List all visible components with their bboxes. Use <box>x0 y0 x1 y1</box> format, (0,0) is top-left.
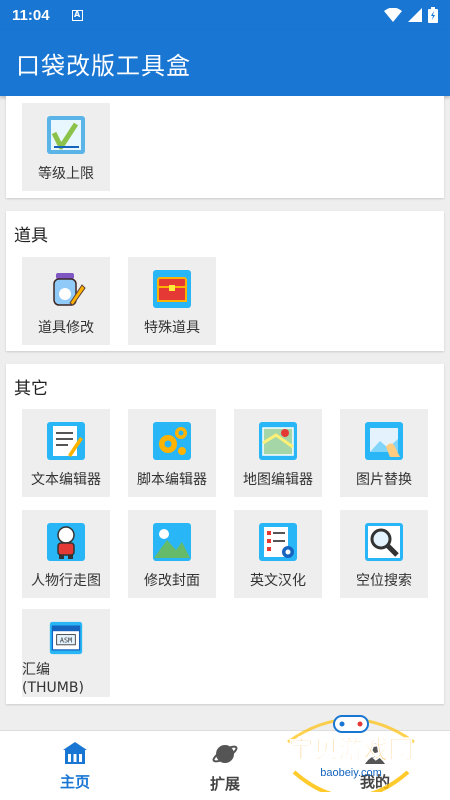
tile-label: 等级上限 <box>38 166 94 182</box>
status-time: 11:04 <box>12 6 50 24</box>
app-title: 口袋改版工具盒 <box>16 51 191 80</box>
tile-text-editor[interactable]: 文本编辑器 <box>22 409 110 497</box>
section-title-other: 其它 <box>14 379 48 399</box>
wifi-icon <box>384 8 402 22</box>
tile-level-cap[interactable]: 等级上限 <box>22 103 110 191</box>
level-chart-icon <box>47 116 85 154</box>
watermark-logo: 宝贝游戏网 baobeiy.com <box>287 715 415 792</box>
tile-label: 地图编辑器 <box>243 472 313 488</box>
tile-label: 修改封面 <box>144 573 200 589</box>
tile-map-editor[interactable]: 地图编辑器 <box>234 409 322 497</box>
tile-image-replace[interactable]: 图片替换 <box>340 409 428 497</box>
potion-edit-icon <box>53 273 86 306</box>
battery-icon <box>428 7 438 23</box>
nav-home[interactable]: 主页 <box>0 731 150 800</box>
tile-asm-thumb[interactable]: ASM 汇编 (THUMB) <box>22 609 110 697</box>
section-items-card: 道具 道具修改 特殊道具 <box>6 211 444 351</box>
tile-special-item[interactable]: 特殊道具 <box>128 257 216 345</box>
list-settings-icon <box>259 523 297 561</box>
asm-window-icon: ASM <box>49 621 83 655</box>
treasure-chest-icon <box>153 270 191 308</box>
tile-label: 空位搜索 <box>356 573 412 589</box>
tile-label: 人物行走图 <box>31 573 101 589</box>
section-title-items: 道具 <box>14 226 48 246</box>
tile-label: 道具修改 <box>38 320 94 336</box>
home-icon <box>63 742 87 764</box>
tile-label: 脚本编辑器 <box>137 472 207 488</box>
signal-icon <box>408 8 422 22</box>
notification-a-icon: A <box>71 9 83 21</box>
character-sprite-icon <box>47 523 85 561</box>
watermark-url: baobeiy.com <box>320 767 382 779</box>
watermark-text: 宝贝游戏网 <box>288 735 413 764</box>
nav-label: 主页 <box>59 773 90 791</box>
gears-icon <box>153 422 191 460</box>
map-icon <box>259 422 297 460</box>
tile-label: 英文汉化 <box>250 573 306 589</box>
tile-edit-cover[interactable]: 修改封面 <box>128 510 216 598</box>
status-bar: 11:04 A <box>0 0 450 30</box>
section-level-card: 等级上限 <box>6 96 444 198</box>
app-bar: 口袋改版工具盒 <box>0 30 450 96</box>
text-editor-icon <box>47 422 85 460</box>
planet-icon <box>212 745 238 763</box>
tile-character-walk[interactable]: 人物行走图 <box>22 510 110 598</box>
tile-label: 汇编 (THUMB) <box>22 662 84 696</box>
mountain-cover-icon <box>153 523 191 561</box>
svg-text:ASM: ASM <box>60 637 72 645</box>
tile-label: 图片替换 <box>356 472 412 488</box>
tile-item-edit[interactable]: 道具修改 <box>22 257 110 345</box>
tile-label: 特殊道具 <box>144 320 200 336</box>
magnifier-icon <box>365 523 403 561</box>
nav-label: 扩展 <box>209 775 240 793</box>
section-other-card: 其它 文本编辑器 脚本编辑器 地图编辑器 图片替换 人物行走图 修改封面 英文汉… <box>6 364 444 704</box>
main-content[interactable]: 等级上限 道具 道具修改 特殊道具 其它 文本编辑器 脚本编辑器 地图编辑器 图… <box>0 96 450 730</box>
image-icon <box>365 422 403 460</box>
tile-empty-search[interactable]: 空位搜索 <box>340 510 428 598</box>
tile-english-chinese[interactable]: 英文汉化 <box>234 510 322 598</box>
tile-label: 文本编辑器 <box>31 472 101 488</box>
tile-script-editor[interactable]: 脚本编辑器 <box>128 409 216 497</box>
